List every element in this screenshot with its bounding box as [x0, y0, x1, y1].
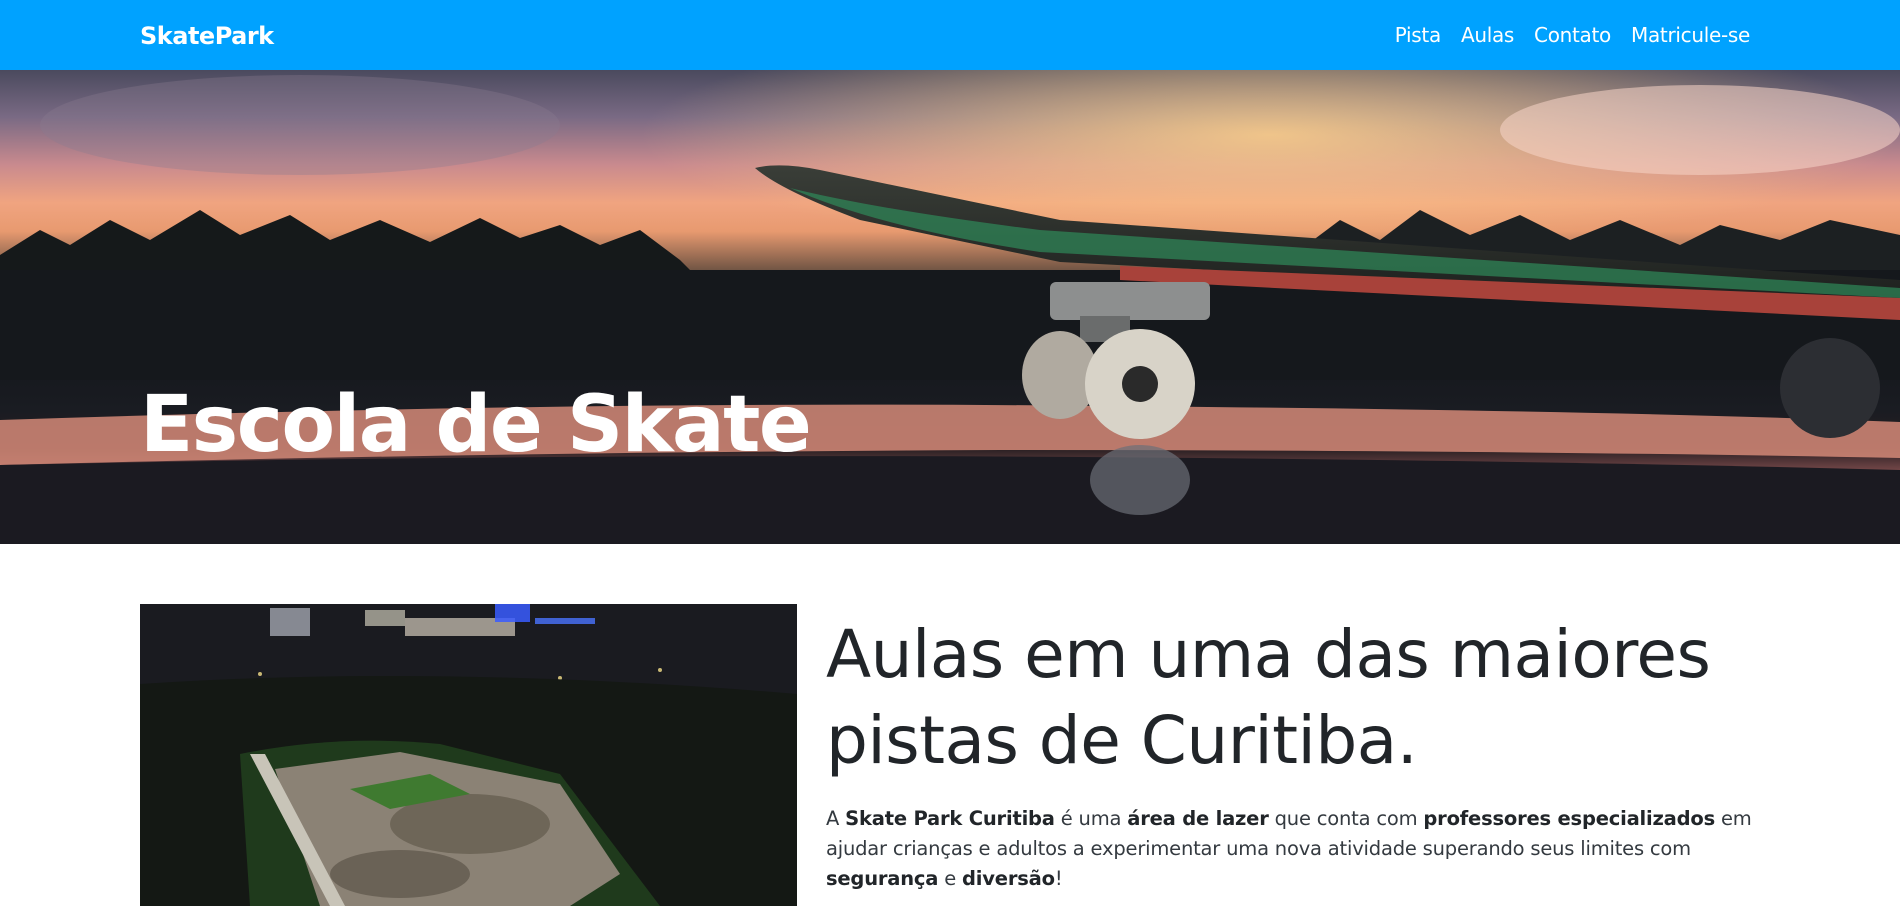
intro-text: ! [1054, 867, 1063, 890]
intro-bold: diversão [962, 867, 1055, 890]
headline-line-1: Aulas em uma das maiores [826, 616, 1711, 693]
navbar: SkatePark Pista Aulas Contato Matricule-… [0, 0, 1900, 70]
hero-banner: Escola de Skate [0, 70, 1900, 544]
nav-link-contato[interactable]: Contato [1534, 23, 1611, 47]
section-headline: Aulas em uma das maiores pistas de Curit… [826, 612, 1766, 784]
hero-skateboard-image [0, 70, 1900, 544]
intro-text: que conta com [1268, 807, 1424, 830]
intro-bold: área de lazer [1127, 807, 1269, 830]
nav-links: Pista Aulas Contato Matricule-se [1395, 0, 1751, 70]
hero-title: Escola de Skate [140, 380, 812, 470]
intro-text: e [938, 867, 963, 890]
intro-bold: segurança [826, 867, 939, 890]
headline-line-2: pistas de Curitiba. [826, 702, 1418, 779]
intro-bold: professores especializados [1423, 807, 1715, 830]
intro-text: é uma [1054, 807, 1128, 830]
nav-link-aulas[interactable]: Aulas [1461, 23, 1514, 47]
brand-logo[interactable]: SkatePark [140, 0, 274, 70]
intro-bold: Skate Park Curitiba [845, 807, 1055, 830]
nav-link-matricule-se[interactable]: Matricule-se [1631, 23, 1750, 47]
intro-paragraph: A Skate Park Curitiba é uma área de laze… [826, 804, 1786, 894]
intro-text: A [826, 807, 846, 830]
skatepark-aerial-image [140, 604, 797, 906]
nav-link-pista[interactable]: Pista [1395, 23, 1442, 47]
